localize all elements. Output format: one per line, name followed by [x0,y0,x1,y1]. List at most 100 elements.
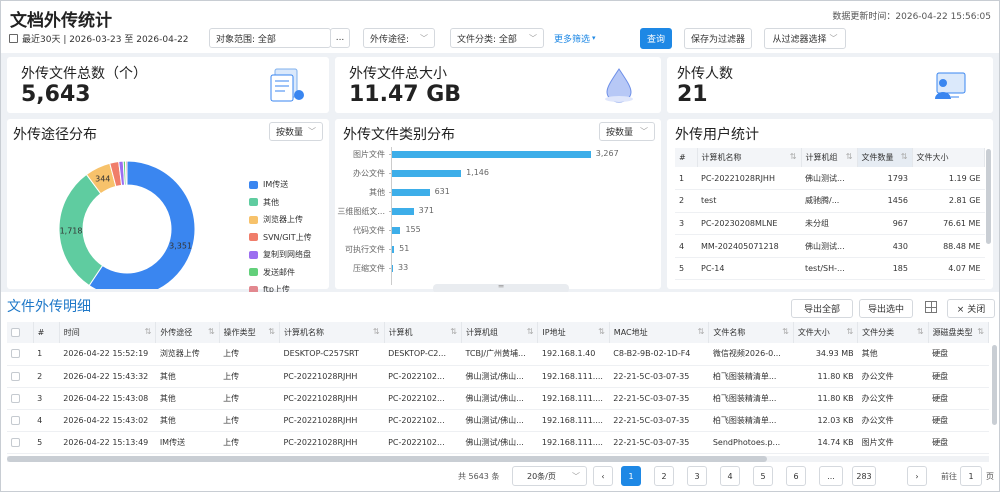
save-filter-button[interactable]: 保存为过滤器 [684,28,752,49]
column-header [7,322,34,343]
close-button[interactable]: × 关闭 [947,299,995,318]
load-filter-button[interactable]: 从过滤器选择 ﹀ [764,28,846,49]
table-row[interactable]: 1 2026-04-22 15:52:19 浏览器上传 上传 DESKTOP-C257S… [7,343,989,366]
column-header[interactable]: # [675,148,698,167]
query-button[interactable]: 查询 [640,28,672,49]
legend-item[interactable]: 复制到网络盘 [249,249,311,260]
column-header[interactable]: 操作类型 ⇅ [219,322,280,343]
category-chart-card: 外传文件类别分布 按数量 ﹀ 图片文件 3,267 办公文件 1,146 其他 631 三维图… [335,119,661,289]
column-settings-icon[interactable] [925,301,937,313]
bar-value-label: 3,267 [595,149,619,158]
page-button[interactable]: ... [819,466,843,486]
column-header[interactable]: 时间 ⇅ [59,322,157,343]
page-button[interactable]: 2 [654,466,674,486]
channel-chart-card: 外传途径分布 按数量 ﹀ 3,351 1,718 344 IM传送 其他 浏览器上传 SVN… [7,119,329,294]
table-row[interactable]: 2 2026-04-22 15:43:32 其他 上传 PC-20221028RJHH P… [7,365,989,388]
legend-item[interactable]: 浏览器上传 [249,214,303,225]
bar[interactable] [391,189,430,196]
table-cell: C8-B2-9B-02-1D-F4 [609,343,709,366]
table-cell: PC-2022102... [384,409,462,432]
table-cell: 未分组 [801,212,857,236]
column-header[interactable]: 外传途径 ⇅ [155,322,220,343]
column-header[interactable]: 计算机组 ⇅ [801,148,858,167]
column-header[interactable]: 计算机 ⇅ [384,322,462,343]
table-row[interactable]: 3 2026-04-22 15:43:08 其他 上传 PC-20221028RJHH P… [7,387,989,410]
scrollbar[interactable] [992,345,997,425]
page-button[interactable]: 4 [720,466,740,486]
bar[interactable] [391,227,401,234]
bar-value-label: 1,146 [466,168,489,177]
next-page-button[interactable]: › [907,466,927,486]
more-filters-link[interactable]: 更多筛选 ▾ [554,28,614,48]
user-monitor-icon [929,67,969,107]
column-header[interactable]: IP地址 ⇅ [537,322,610,343]
select-all-checkbox[interactable] [11,328,20,337]
page-button[interactable]: 283 [852,466,876,486]
table-row[interactable]: 4 MM-202405071218 佛山测试... 430 88.48 ME [675,234,985,258]
bar[interactable] [391,208,414,215]
export-all-button[interactable]: 导出全部 [791,299,853,318]
column-header[interactable]: 文件名称 ⇅ [708,322,794,343]
column-header[interactable]: 文件分类 ⇅ [857,322,929,343]
page-button[interactable]: 3 [687,466,707,486]
row-checkbox[interactable] [11,393,20,403]
column-header[interactable]: 文件数量 ⇅ [857,148,913,167]
channel-select[interactable]: 外传途径: ﹀ [363,28,435,48]
legend-item[interactable]: IM传送 [249,179,288,190]
scope-select[interactable]: 对象范围: 全部 [209,28,331,48]
table-cell: 2026-04-22 15:43:08 [59,387,156,410]
table-cell: 11.80 KB [793,387,858,410]
page-button[interactable]: 1 [621,466,641,486]
column-header[interactable]: # [33,322,60,343]
column-header[interactable]: 计算机名称 ⇅ [279,322,385,343]
legend-label: IM传送 [263,180,289,189]
goto-page-input[interactable]: 1 [960,466,982,486]
legend-label: 浏览器上传 [263,215,303,224]
page-size-select[interactable]: 20条/页 ﹀ [512,466,587,486]
table-row[interactable]: 4 2026-04-22 15:43:02 其他 上传 PC-20221028RJHH P… [7,409,989,432]
scrollbar[interactable] [986,149,991,244]
legend-item[interactable]: 其他 [249,197,279,208]
export-selected-button[interactable]: 导出选中 [859,299,913,318]
chevron-down-icon: ﹀ [829,34,838,43]
scope-more-button[interactable]: ... [330,28,350,48]
table-cell: 微信视频2026-0... [708,343,794,366]
table-row[interactable]: 3 PC-20230208MLNE 未分组 967 76.61 ME [675,212,985,236]
page-button[interactable]: 6 [786,466,806,486]
table-row[interactable]: 2 test 威驰腾/... 1456 2.81 GE [675,189,985,213]
column-header[interactable]: 源磁盘类型 ⇅ [928,322,990,343]
bar[interactable] [391,170,462,177]
kpi-value: 11.47 GB [349,82,462,107]
chevron-down-icon: ﹀ [308,127,316,136]
detail-title: 文件外传明细 [7,299,91,315]
table-cell: PC-20221028RJHH [279,365,385,388]
row-checkbox[interactable] [11,437,20,447]
row-checkbox[interactable] [11,415,20,425]
column-header[interactable]: 计算机名称 ⇅ [697,148,802,167]
column-header[interactable]: 文件大小 ⇅ [793,322,859,343]
table-cell: 1793 [857,167,912,191]
pie-slice[interactable] [124,160,128,186]
table-row[interactable]: 5 PC-14 test/SH-... 185 4.07 ME [675,257,985,281]
table-cell: 上传 [219,409,280,432]
column-header[interactable]: MAC地址 ⇅ [609,322,710,343]
row-checkbox[interactable] [11,371,20,381]
category-select[interactable]: 文件分类: 全部 ﹀ [450,28,544,48]
row-checkbox[interactable] [11,349,20,359]
page-button[interactable]: 5 [753,466,773,486]
legend-item[interactable]: SVN/GIT上传 [249,232,312,243]
bar-category-label: 压缩文件 [353,264,385,273]
table-row[interactable]: 1 PC-20221028RJHH 佛山测试... 1793 1.19 GE [675,167,985,191]
table-row[interactable]: 5 2026-04-22 15:13:49 IM传送 上传 PC-20221028RJH… [7,431,989,454]
legend-item[interactable]: 发送邮件 [249,267,295,278]
date-range-picker[interactable]: 最近30天 | 2026-03-23 至 2026-04-22 [7,28,203,48]
category-sort-select[interactable]: 按数量 ﹀ [599,122,655,141]
channel-sort-select[interactable]: 按数量 ﹀ [269,122,323,141]
prev-page-button[interactable]: ‹ [593,466,613,486]
horizontal-scrollbar[interactable] [7,456,989,462]
column-header[interactable]: 文件大小 [912,148,985,167]
column-header[interactable]: 计算机组 ⇅ [461,322,539,343]
bar[interactable] [391,151,591,158]
table-cell: 22-21-5C-03-07-35 [609,387,709,410]
table-cell: 1.19 GE [912,167,985,191]
